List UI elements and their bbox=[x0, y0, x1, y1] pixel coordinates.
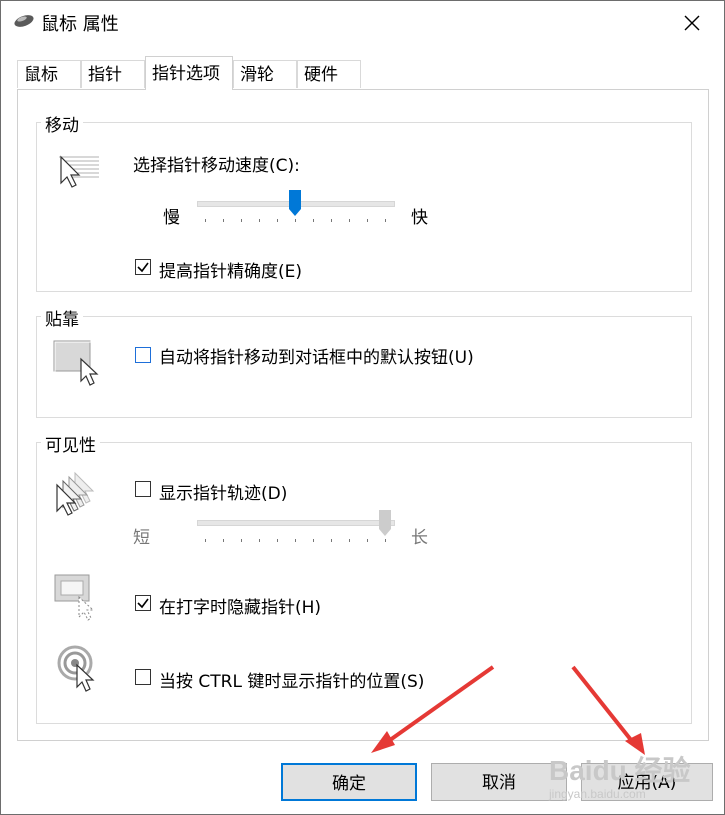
checkmark-icon bbox=[137, 598, 149, 609]
slider-tick bbox=[205, 539, 206, 542]
watermark-text: Baidu 经验 bbox=[549, 755, 691, 786]
slider-tick bbox=[277, 539, 278, 542]
slider-tick bbox=[241, 539, 242, 542]
hide-while-typing-icon bbox=[54, 574, 95, 621]
precision-label[interactable]: 提高指针精确度(E) bbox=[159, 257, 302, 282]
slider-tick bbox=[259, 219, 260, 222]
slider-tick bbox=[385, 219, 386, 222]
ok-button[interactable]: 确定 bbox=[281, 763, 417, 801]
watermark: Baidu 经验 jingyan.baidu.com bbox=[549, 749, 691, 801]
watermark-subtext: jingyan.baidu.com bbox=[549, 787, 646, 801]
tab-pointers[interactable]: 指针 bbox=[81, 60, 145, 88]
snap-to-icon bbox=[53, 340, 99, 386]
slider-tick bbox=[331, 219, 332, 222]
fast-label: 快 bbox=[411, 208, 428, 228]
motion-group: 移动 选择指针移动速度(C): 慢 快 提高指针精确度(E) bbox=[36, 111, 692, 292]
snap-group: 贴靠 自动将指针移动到对话框中的默认按钮(U) bbox=[36, 305, 692, 418]
slider-tick bbox=[277, 219, 278, 222]
snap-group-title: 贴靠 bbox=[41, 305, 83, 330]
hide-while-typing-checkbox[interactable] bbox=[135, 595, 151, 611]
trails-label[interactable]: 显示指针轨迹(D) bbox=[159, 479, 287, 504]
speed-slider-thumb[interactable] bbox=[288, 189, 302, 217]
title-bar: 鼠标 属性 bbox=[1, 1, 724, 45]
precision-checkbox[interactable] bbox=[135, 259, 151, 275]
slider-tick bbox=[295, 219, 296, 222]
slider-tick bbox=[367, 539, 368, 542]
short-label: 短 bbox=[133, 528, 150, 548]
trails-checkbox[interactable] bbox=[135, 481, 151, 497]
tab-strip: 鼠标键 指针 指针选项 滑轮 硬件 bbox=[1, 45, 724, 113]
slow-label: 慢 bbox=[163, 208, 180, 228]
visibility-group-title: 可见性 bbox=[41, 431, 100, 456]
cancel-button[interactable]: 取消 bbox=[431, 763, 567, 801]
mouse-properties-dialog: 鼠标 属性 鼠标键 指针 指针选项 滑轮 硬件 移动 选择指针移动速度(C): bbox=[0, 0, 725, 815]
slider-tick bbox=[223, 539, 224, 542]
trails-slider-thumb bbox=[379, 510, 391, 536]
slider-tick bbox=[259, 539, 260, 542]
pointer-trails-icon bbox=[56, 471, 95, 516]
window-title: 鼠标 属性 bbox=[41, 14, 119, 35]
slider-tick bbox=[331, 539, 332, 542]
snap-checkbox[interactable] bbox=[135, 347, 151, 363]
motion-group-title: 移动 bbox=[41, 111, 83, 136]
tab-hardware[interactable]: 硬件 bbox=[297, 60, 361, 88]
long-label: 长 bbox=[411, 528, 428, 548]
slider-tick bbox=[241, 219, 242, 222]
pointer-speed-icon bbox=[59, 155, 99, 188]
slider-tick bbox=[313, 539, 314, 542]
ctrl-location-checkbox[interactable] bbox=[135, 669, 151, 685]
slider-tick bbox=[385, 539, 386, 542]
slider-tick bbox=[205, 219, 206, 222]
slider-tick bbox=[223, 219, 224, 222]
slider-tick bbox=[367, 219, 368, 222]
slider-tick bbox=[349, 219, 350, 222]
trails-slider-track bbox=[197, 520, 395, 526]
speed-label: 选择指针移动速度(C): bbox=[133, 156, 300, 176]
show-location-icon bbox=[57, 645, 95, 692]
tab-pointer-options[interactable]: 指针选项 bbox=[145, 56, 233, 90]
annotation-arrow-right bbox=[571, 665, 645, 755]
pointer-options-panel: 移动 选择指针移动速度(C): 慢 快 提高指针精确度(E) 贴靠 自动将指针移… bbox=[17, 89, 709, 741]
hide-while-typing-label[interactable]: 在打字时隐藏指针(H) bbox=[159, 593, 321, 618]
tab-buttons[interactable]: 鼠标键 bbox=[17, 60, 81, 113]
checkmark-icon bbox=[137, 262, 149, 273]
snap-label[interactable]: 自动将指针移动到对话框中的默认按钮(U) bbox=[159, 343, 474, 368]
slider-tick bbox=[313, 219, 314, 222]
mouse-icon bbox=[14, 15, 34, 27]
slider-tick bbox=[295, 539, 296, 542]
tab-wheel[interactable]: 滑轮 bbox=[233, 60, 297, 88]
slider-tick bbox=[349, 539, 350, 542]
close-icon[interactable] bbox=[678, 9, 706, 37]
annotation-arrow-left bbox=[371, 665, 495, 753]
